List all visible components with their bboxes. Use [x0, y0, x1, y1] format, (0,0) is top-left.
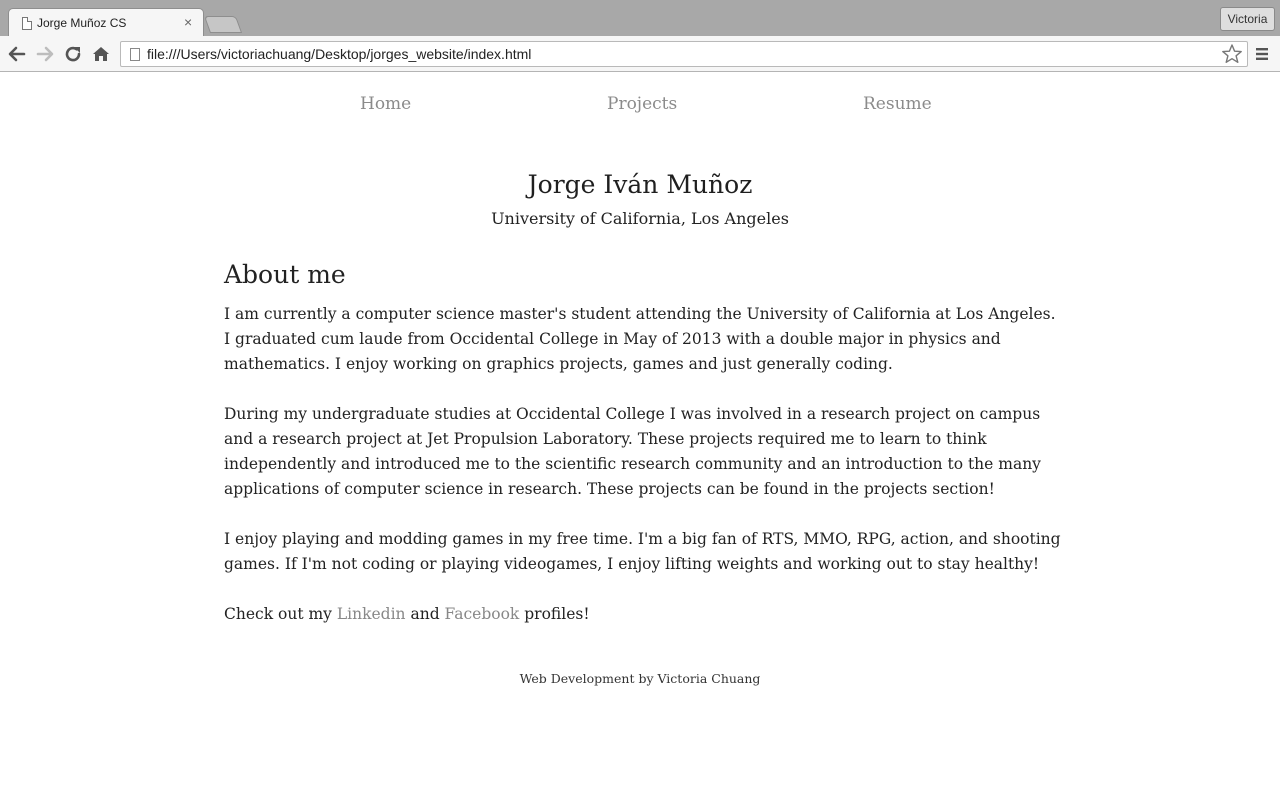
reload-icon[interactable] [63, 44, 83, 64]
links-prefix: Check out my [224, 605, 337, 623]
page-title: Jorge Iván Muñoz [527, 170, 753, 199]
nav-link-projects[interactable]: Projects [607, 94, 677, 114]
document-icon [22, 17, 32, 30]
star-icon[interactable] [1221, 43, 1243, 65]
nav-link-home[interactable]: Home [360, 94, 411, 114]
close-icon[interactable]: × [184, 15, 192, 29]
facebook-link[interactable]: Facebook [445, 605, 520, 623]
profile-button[interactable]: Victoria [1220, 7, 1275, 31]
forward-icon[interactable] [35, 44, 55, 64]
new-tab-button[interactable] [203, 16, 243, 33]
back-icon[interactable] [7, 44, 27, 64]
links-suffix: profiles! [519, 605, 590, 623]
nav-link-resume[interactable]: Resume [863, 94, 932, 114]
tab-title: Jorge Muñoz CS [37, 16, 127, 30]
paragraph: I enjoy playing and modding games in my … [224, 530, 1061, 573]
paragraph: I am currently a computer science master… [224, 305, 1056, 373]
section-heading: About me [224, 260, 346, 289]
footer: Web Development by Victoria Chuang [519, 671, 761, 686]
document-icon [130, 48, 140, 61]
browser-toolbar: file:///Users/victoriachuang/Desktop/jor… [0, 36, 1280, 72]
social-links-paragraph: Check out my Linkedin and Facebook profi… [224, 602, 1064, 627]
links-middle: and [405, 605, 445, 623]
paragraph: During my undergraduate studies at Occid… [224, 405, 1041, 498]
about-section: I am currently a computer science master… [224, 302, 1064, 652]
home-icon[interactable] [91, 44, 111, 64]
linkedin-link[interactable]: Linkedin [337, 605, 406, 623]
browser-tab[interactable]: Jorge Muñoz CS × [8, 8, 204, 36]
site-nav: Home Projects Resume [0, 94, 1280, 124]
tab-strip: Jorge Muñoz CS × Victoria [0, 0, 1280, 36]
address-bar[interactable]: file:///Users/victoriachuang/Desktop/jor… [120, 41, 1248, 67]
web-page: Home Projects Resume Jorge Iván Muñoz Un… [0, 72, 1280, 800]
menu-icon[interactable] [1254, 46, 1270, 62]
subtitle: University of California, Los Angeles [491, 209, 789, 228]
url-text[interactable]: file:///Users/victoriachuang/Desktop/jor… [147, 46, 531, 62]
